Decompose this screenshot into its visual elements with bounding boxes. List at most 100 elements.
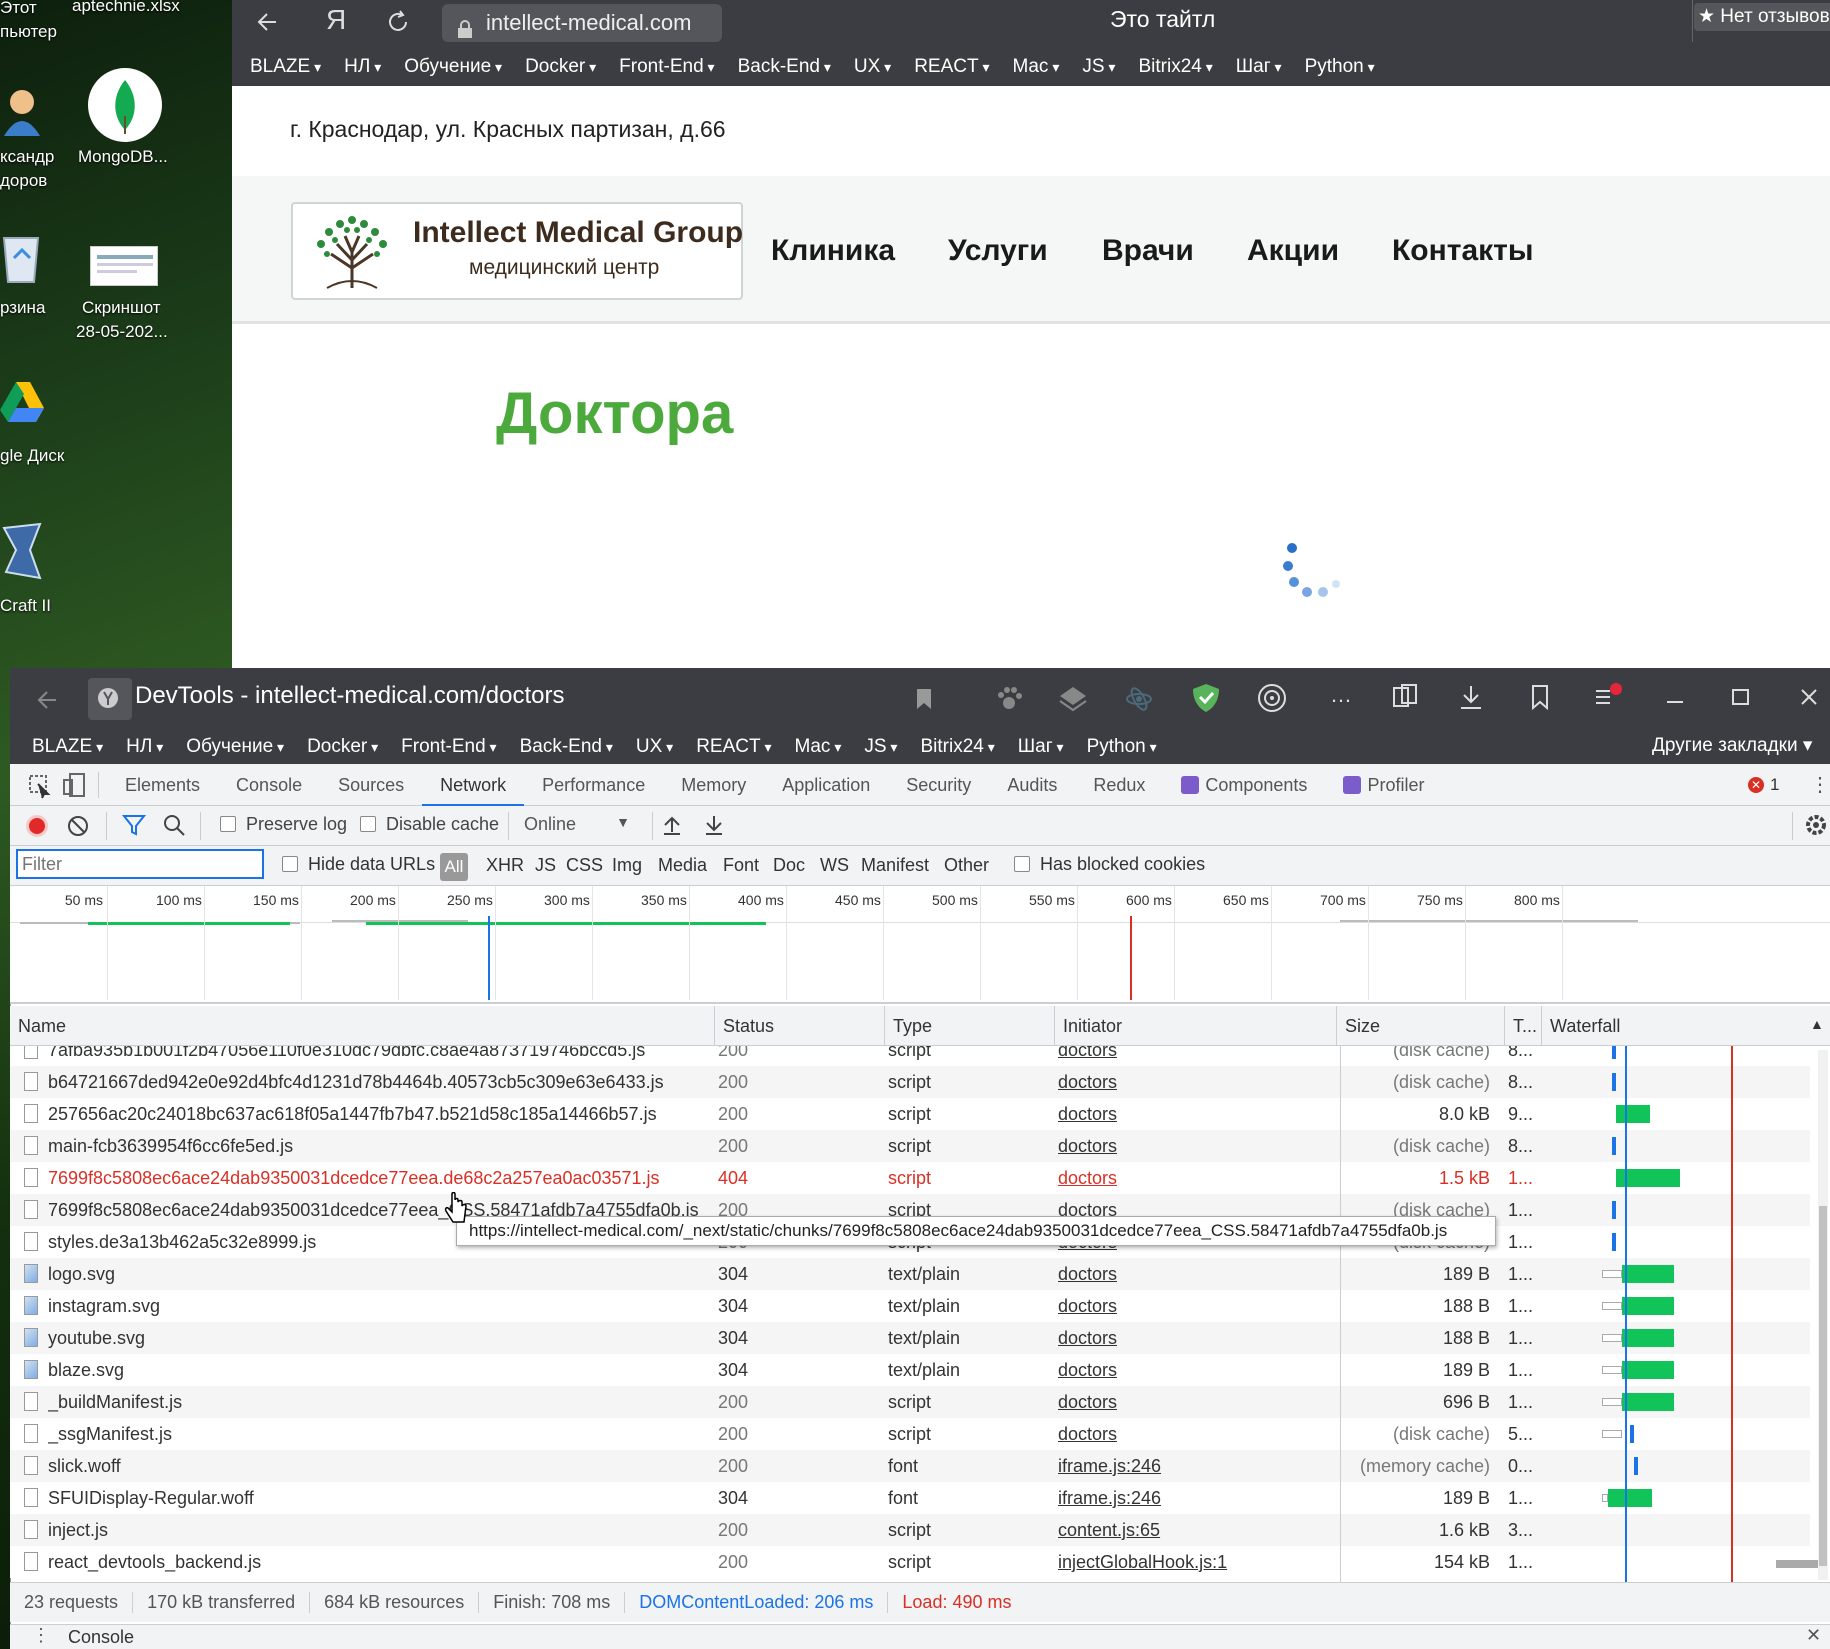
- mongodb-icon[interactable]: [88, 68, 162, 142]
- throttling-select[interactable]: Online ▼: [524, 814, 630, 835]
- filter-type-ws[interactable]: WS: [820, 855, 849, 876]
- back-arrow-icon[interactable]: [254, 8, 282, 36]
- filter-input[interactable]: [16, 849, 264, 879]
- error-counter[interactable]: ✕ 1: [1748, 775, 1779, 795]
- bookmark-folder[interactable]: Mac: [1013, 56, 1073, 78]
- filter-type-other[interactable]: Other: [944, 855, 989, 876]
- bookmark-folder[interactable]: Docker: [525, 56, 609, 78]
- filter-type-manifest[interactable]: Manifest: [861, 855, 929, 876]
- inspect-element-icon[interactable]: [24, 764, 54, 806]
- request-row[interactable]: main-fcb3639954f6cc6fe5ed.js 200 script doc…: [10, 1130, 1810, 1162]
- blocked-cookies-checkbox[interactable]: [1014, 856, 1030, 872]
- request-name[interactable]: logo.svg: [48, 1258, 708, 1290]
- request-name[interactable]: SFUIDisplay-Regular.woff: [48, 1482, 708, 1514]
- tab-components[interactable]: Components: [1163, 764, 1325, 806]
- tab-performance[interactable]: Performance: [524, 764, 663, 806]
- bookmark-folder[interactable]: Обучение: [404, 56, 515, 78]
- request-initiator[interactable]: doctors: [1058, 1130, 1328, 1162]
- search-icon[interactable]: [162, 813, 186, 837]
- bookmark-folder[interactable]: Back-End: [738, 56, 844, 78]
- request-initiator[interactable]: iframe.js:246: [1058, 1482, 1328, 1514]
- request-row[interactable]: inject.js 200 script content.js:65 1.6 kB 3..…: [10, 1514, 1810, 1546]
- layers-extension-icon[interactable]: [1058, 684, 1088, 714]
- bookmark-folder[interactable]: REACT: [696, 736, 784, 758]
- filter-type-font[interactable]: Font: [723, 855, 759, 876]
- bookmark-folder[interactable]: Обучение: [186, 736, 297, 758]
- column-initiator[interactable]: Initiator: [1055, 1006, 1337, 1046]
- other-bookmarks[interactable]: Другие закладки ▾: [1652, 734, 1812, 757]
- column-waterfall[interactable]: Waterfall: [1542, 1006, 1830, 1046]
- scrollbar-thumb[interactable]: [1819, 1206, 1827, 1566]
- bookmark-folder[interactable]: UX: [636, 736, 686, 758]
- column-name[interactable]: Name: [10, 1006, 715, 1046]
- request-initiator[interactable]: doctors: [1058, 1386, 1328, 1418]
- request-initiator[interactable]: doctors: [1058, 1066, 1328, 1098]
- bookmark-folder[interactable]: JS: [864, 736, 910, 758]
- bookmark-folder[interactable]: UX: [854, 56, 904, 78]
- paw-extension-icon[interactable]: [994, 684, 1024, 714]
- reload-icon[interactable]: [384, 8, 412, 36]
- request-name[interactable]: _buildManifest.js: [48, 1386, 708, 1418]
- recycle-bin-icon[interactable]: [0, 228, 42, 284]
- request-name[interactable]: youtube.svg: [48, 1322, 708, 1354]
- bookmark-folder[interactable]: Front-End: [619, 56, 727, 78]
- request-row[interactable]: 7699f8c5808ec6ace24dab9350031dcedce77eea…: [10, 1162, 1810, 1194]
- request-name[interactable]: blaze.svg: [48, 1354, 708, 1386]
- target-extension-icon[interactable]: [1256, 682, 1288, 714]
- clear-icon[interactable]: [66, 814, 90, 838]
- google-drive-icon[interactable]: [0, 378, 44, 430]
- nav-promotions[interactable]: Акции: [1247, 234, 1339, 268]
- tab-network[interactable]: Network: [422, 764, 525, 806]
- request-initiator[interactable]: iframe.js:246: [1058, 1450, 1328, 1482]
- more-options-icon[interactable]: ⋮: [1810, 772, 1830, 797]
- request-initiator[interactable]: doctors: [1058, 1162, 1328, 1194]
- request-row[interactable]: SFUIDisplay-Regular.woff 304 font iframe.js…: [10, 1482, 1810, 1514]
- settings-gear-icon[interactable]: [1804, 812, 1828, 838]
- request-row[interactable]: _ssgManifest.js 200 script doctors (disk cac…: [10, 1418, 1810, 1450]
- column-time[interactable]: T...: [1505, 1006, 1542, 1046]
- request-name[interactable]: inject.js: [48, 1514, 708, 1546]
- filter-type-media[interactable]: Media: [658, 855, 707, 876]
- request-name[interactable]: instagram.svg: [48, 1290, 708, 1322]
- request-row[interactable]: react_devtools_backend.js 200 script inject…: [10, 1546, 1820, 1578]
- bookmark-folder[interactable]: Шаг: [1236, 56, 1295, 78]
- request-initiator[interactable]: doctors: [1058, 1418, 1328, 1450]
- filter-type-all[interactable]: All: [440, 853, 468, 881]
- request-name[interactable]: slick.woff: [48, 1450, 708, 1482]
- network-overview[interactable]: 50 ms 100 ms 150 ms 200 ms 250 ms 300 ms 350 m…: [10, 886, 1830, 1004]
- tab-audits[interactable]: Audits: [989, 764, 1075, 806]
- bookmark-folder[interactable]: Python: [1305, 56, 1388, 78]
- request-initiator[interactable]: doctors: [1058, 1098, 1328, 1130]
- bookmark-folder[interactable]: Bitrix24: [920, 736, 1007, 758]
- address-bar[interactable]: intellect-medical.com: [442, 4, 722, 42]
- import-har-icon[interactable]: [660, 812, 684, 838]
- bookmark-icon[interactable]: [912, 686, 936, 712]
- request-row[interactable]: youtube.svg 304 text/plain doctors 188 B 1...: [10, 1322, 1810, 1354]
- tab-elements[interactable]: Elements: [107, 764, 218, 806]
- menu-notification-icon[interactable]: [1592, 682, 1626, 712]
- disable-cache-checkbox[interactable]: [360, 816, 376, 832]
- tab-profiler[interactable]: Profiler: [1325, 764, 1442, 806]
- request-initiator[interactable]: content.js:65: [1058, 1514, 1328, 1546]
- request-initiator[interactable]: doctors: [1058, 1290, 1328, 1322]
- bookmark-folder[interactable]: Mac: [795, 736, 855, 758]
- close-icon[interactable]: [1794, 682, 1824, 712]
- tab-application[interactable]: Application: [764, 764, 888, 806]
- console-drawer[interactable]: ⋮ Console ✕: [10, 1624, 1830, 1649]
- nav-contacts[interactable]: Контакты: [1392, 234, 1533, 268]
- bookmark-folder[interactable]: BLAZE: [32, 736, 116, 758]
- hide-data-urls-checkbox[interactable]: [282, 856, 298, 872]
- preserve-log-checkbox[interactable]: [220, 816, 236, 832]
- request-name[interactable]: main-fcb3639954f6cc6fe5ed.js: [48, 1130, 708, 1162]
- tab-sources[interactable]: Sources: [320, 764, 422, 806]
- request-row[interactable]: blaze.svg 304 text/plain doctors 189 B 1...: [10, 1354, 1810, 1386]
- request-initiator[interactable]: doctors: [1058, 1046, 1328, 1066]
- adguard-shield-icon[interactable]: [1190, 682, 1222, 714]
- tab-memory[interactable]: Memory: [663, 764, 764, 806]
- bookmark-folder[interactable]: НЛ: [344, 56, 394, 78]
- starcraft-icon[interactable]: [0, 520, 44, 582]
- maximize-icon[interactable]: [1726, 682, 1756, 712]
- tab-redux[interactable]: Redux: [1075, 764, 1163, 806]
- column-type[interactable]: Type: [885, 1006, 1055, 1046]
- nav-clinic[interactable]: Клиника: [771, 234, 895, 268]
